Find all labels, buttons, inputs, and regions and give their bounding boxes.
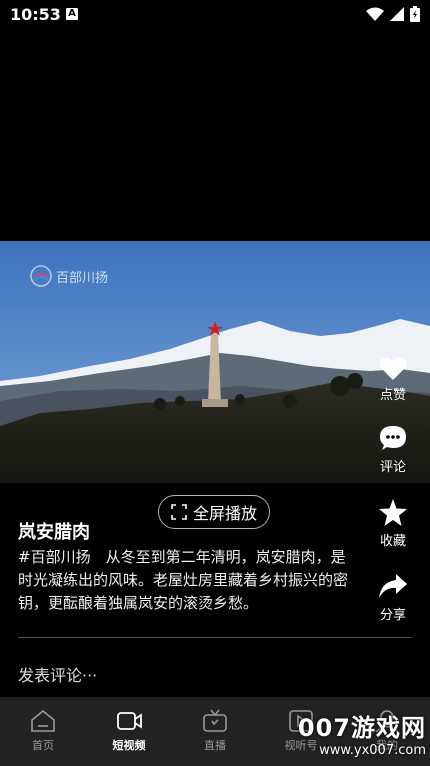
status-icons [366, 6, 420, 22]
status-time: 10:53 [10, 5, 61, 24]
video-watermark: 百部川扬 [30, 265, 108, 287]
comment-button[interactable]: 评论 [366, 424, 420, 475]
tab-live[interactable]: 直播 [172, 697, 258, 766]
comment-label: 评论 [379, 460, 406, 475]
heart-icon [379, 357, 407, 380]
comment-input[interactable]: 发表评论··· [18, 662, 97, 686]
tv-icon [203, 709, 227, 732]
site-watermark-title: 007游戏网 [297, 714, 426, 742]
fullscreen-button[interactable]: 全屏播放 [158, 495, 270, 529]
favorite-label: 收藏 [379, 534, 406, 549]
like-label: 点赞 [379, 388, 406, 403]
tab-home[interactable]: 首页 [0, 697, 86, 766]
video-camera-icon [117, 712, 142, 730]
tab-home-label: 首页 [32, 739, 54, 752]
signal-icon [390, 7, 404, 21]
notification-icon: A [66, 8, 78, 20]
site-watermark-url: www.yx007.com [319, 743, 426, 758]
home-icon [31, 709, 55, 732]
post-title: 岚安腊肉 [18, 522, 90, 543]
site-watermark: 007游戏网 www.yx007.com [298, 708, 426, 758]
share-icon [379, 574, 407, 598]
watermark-text: 百部川扬 [56, 270, 109, 286]
share-button[interactable]: 分享 [366, 574, 420, 623]
wifi-icon [366, 7, 384, 21]
star-icon [379, 499, 407, 526]
favorite-button[interactable]: 收藏 [366, 499, 420, 549]
fullscreen-icon [171, 504, 187, 520]
share-label: 分享 [379, 608, 406, 623]
comment-icon [380, 426, 406, 450]
divider [18, 637, 411, 638]
channel-logo-icon [30, 265, 52, 287]
tab-live-label: 直播 [204, 739, 226, 752]
tab-short-video-label: 短视频 [112, 739, 146, 752]
post-description: #百部川扬 从冬至到第二年清明，岚安腊肉，是时光凝练出的风味。老屋灶房里藏着乡村… [18, 548, 349, 612]
like-button[interactable]: 点赞 [366, 356, 420, 403]
battery-icon [410, 6, 420, 22]
status-bar: 10:53 A [0, 0, 430, 30]
tab-short-video[interactable]: 短视频 [86, 697, 172, 766]
fullscreen-label: 全屏播放 [192, 504, 257, 523]
